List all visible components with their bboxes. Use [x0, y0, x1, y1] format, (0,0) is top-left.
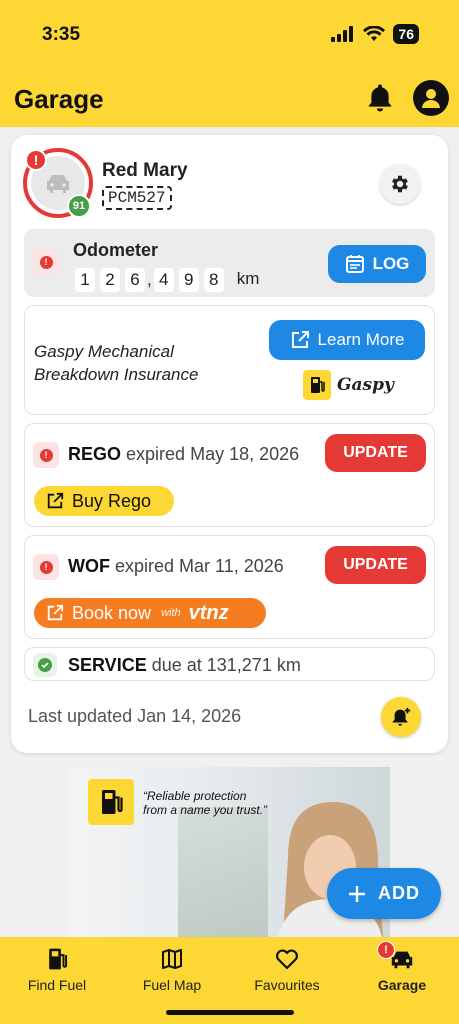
nav-item-find-fuel[interactable]: Find Fuel: [2, 945, 112, 993]
profile-avatar-icon[interactable]: [413, 80, 449, 116]
garage-alert-badge: !: [377, 941, 395, 959]
heart-icon: [276, 949, 298, 970]
odometer-digit: 8: [203, 268, 224, 292]
insurance-title: Gaspy Mechanical Breakdown Insurance: [34, 342, 199, 384]
bottom-nav: Find Fuel Fuel Map Favourites ! Garage: [0, 937, 459, 1024]
odometer-alert-icon: !: [33, 249, 59, 275]
license-plate: PCM527: [102, 186, 172, 210]
notifications-bell-icon[interactable]: [362, 80, 398, 116]
vehicle-name: Red Mary: [102, 160, 188, 181]
external-link-icon: [47, 492, 64, 509]
add-vehicle-button[interactable]: ADD: [327, 868, 441, 919]
last-updated-text: Last updated Jan 14, 2026: [28, 706, 242, 726]
vtnz-logo: vtnz: [188, 601, 229, 624]
wof-alert-icon: !: [33, 554, 59, 580]
with-label: with: [161, 607, 181, 619]
log-odometer-button[interactable]: LOG: [328, 245, 426, 283]
vehicle-settings-button[interactable]: [380, 164, 420, 204]
odometer-digit: 1: [75, 268, 95, 292]
odometer-unit: km: [236, 269, 260, 288]
odometer-separator: ,: [147, 270, 152, 289]
service-ok-icon: [33, 653, 57, 677]
fuel-pump-icon: [88, 779, 134, 825]
fuel-pump-icon: [303, 370, 331, 400]
calendar-icon: [345, 255, 364, 273]
odometer-reading: 1 2 6 , 4 9 8 km: [75, 266, 259, 292]
learn-more-label: Learn More: [317, 330, 405, 349]
wifi-icon: [363, 26, 386, 41]
vehicle-card: ! 91 Red Mary PCM527 ! Odometer 1 2 6 , …: [11, 135, 448, 753]
plus-icon: [349, 885, 365, 902]
vehicle-alert-badge: !: [25, 149, 47, 171]
nav-label: Fuel Map: [142, 977, 202, 993]
add-label: ADD: [378, 883, 420, 903]
odometer-digit: 2: [100, 268, 120, 292]
rego-update-button[interactable]: UPDATE: [325, 434, 426, 472]
page-title: Garage: [14, 84, 104, 114]
gear-icon: [392, 175, 408, 193]
add-reminder-button[interactable]: [381, 697, 421, 737]
nav-item-fuel-map[interactable]: Fuel Map: [117, 945, 227, 993]
insurance-promo: Gaspy Mechanical Breakdown Insurance Lea…: [24, 305, 435, 415]
rego-status: REGO expired May 18, 2026: [68, 444, 300, 464]
service-status: SERVICE due at 131,271 km: [68, 655, 301, 675]
nav-label: Find Fuel: [27, 977, 87, 993]
service-section: SERVICE due at 131,271 km: [24, 647, 435, 681]
app-header: 3:35 76 Garage: [0, 0, 459, 127]
external-link-icon: [291, 331, 309, 348]
nav-label: Favourites: [254, 977, 320, 993]
map-icon: [162, 949, 182, 969]
rego-alert-icon: !: [33, 442, 59, 468]
nav-item-favourites[interactable]: Favourites: [232, 945, 342, 993]
gaspy-wordmark: Gaspy: [337, 375, 394, 395]
bell-plus-icon: [392, 707, 411, 726]
odometer-digit: 4: [153, 268, 174, 292]
odometer-digit: 9: [178, 268, 199, 292]
nav-label: Garage: [377, 977, 427, 993]
wof-update-button[interactable]: UPDATE: [325, 546, 426, 584]
log-button-label: LOG: [372, 254, 410, 273]
book-now-label: Book now: [72, 602, 152, 623]
battery-indicator: 76: [393, 24, 419, 44]
buy-rego-label: Buy Rego: [72, 490, 152, 511]
home-indicator: [166, 1010, 294, 1015]
wof-section: ! WOF expired Mar 11, 2026 UPDATE Book n…: [24, 535, 435, 639]
vehicle-score-badge: 91: [67, 194, 91, 218]
signal-icon: [331, 26, 354, 42]
odometer-title: Odometer: [73, 240, 159, 260]
car-icon: [47, 175, 69, 193]
odometer-section: ! Odometer 1 2 6 , 4 9 8 km LOG: [24, 229, 435, 297]
learn-more-button[interactable]: Learn More: [269, 320, 425, 360]
wof-status: WOF expired Mar 11, 2026: [68, 556, 284, 576]
odometer-digit: 6: [125, 268, 145, 292]
buy-rego-button[interactable]: Buy Rego: [34, 486, 174, 516]
status-icons: 76: [331, 24, 419, 44]
book-wof-button[interactable]: Book now with vtnz: [34, 598, 266, 628]
nav-item-garage[interactable]: ! Garage: [347, 941, 457, 993]
ad-quote: “Reliable protection from a name you tru…: [143, 789, 268, 817]
gaspy-logo: Gaspy: [303, 370, 394, 400]
fuel-pump-icon: [49, 948, 68, 970]
status-time: 3:35: [42, 24, 81, 45]
external-link-icon: [47, 604, 64, 621]
rego-section: ! REGO expired May 18, 2026 UPDATE Buy R…: [24, 423, 435, 527]
